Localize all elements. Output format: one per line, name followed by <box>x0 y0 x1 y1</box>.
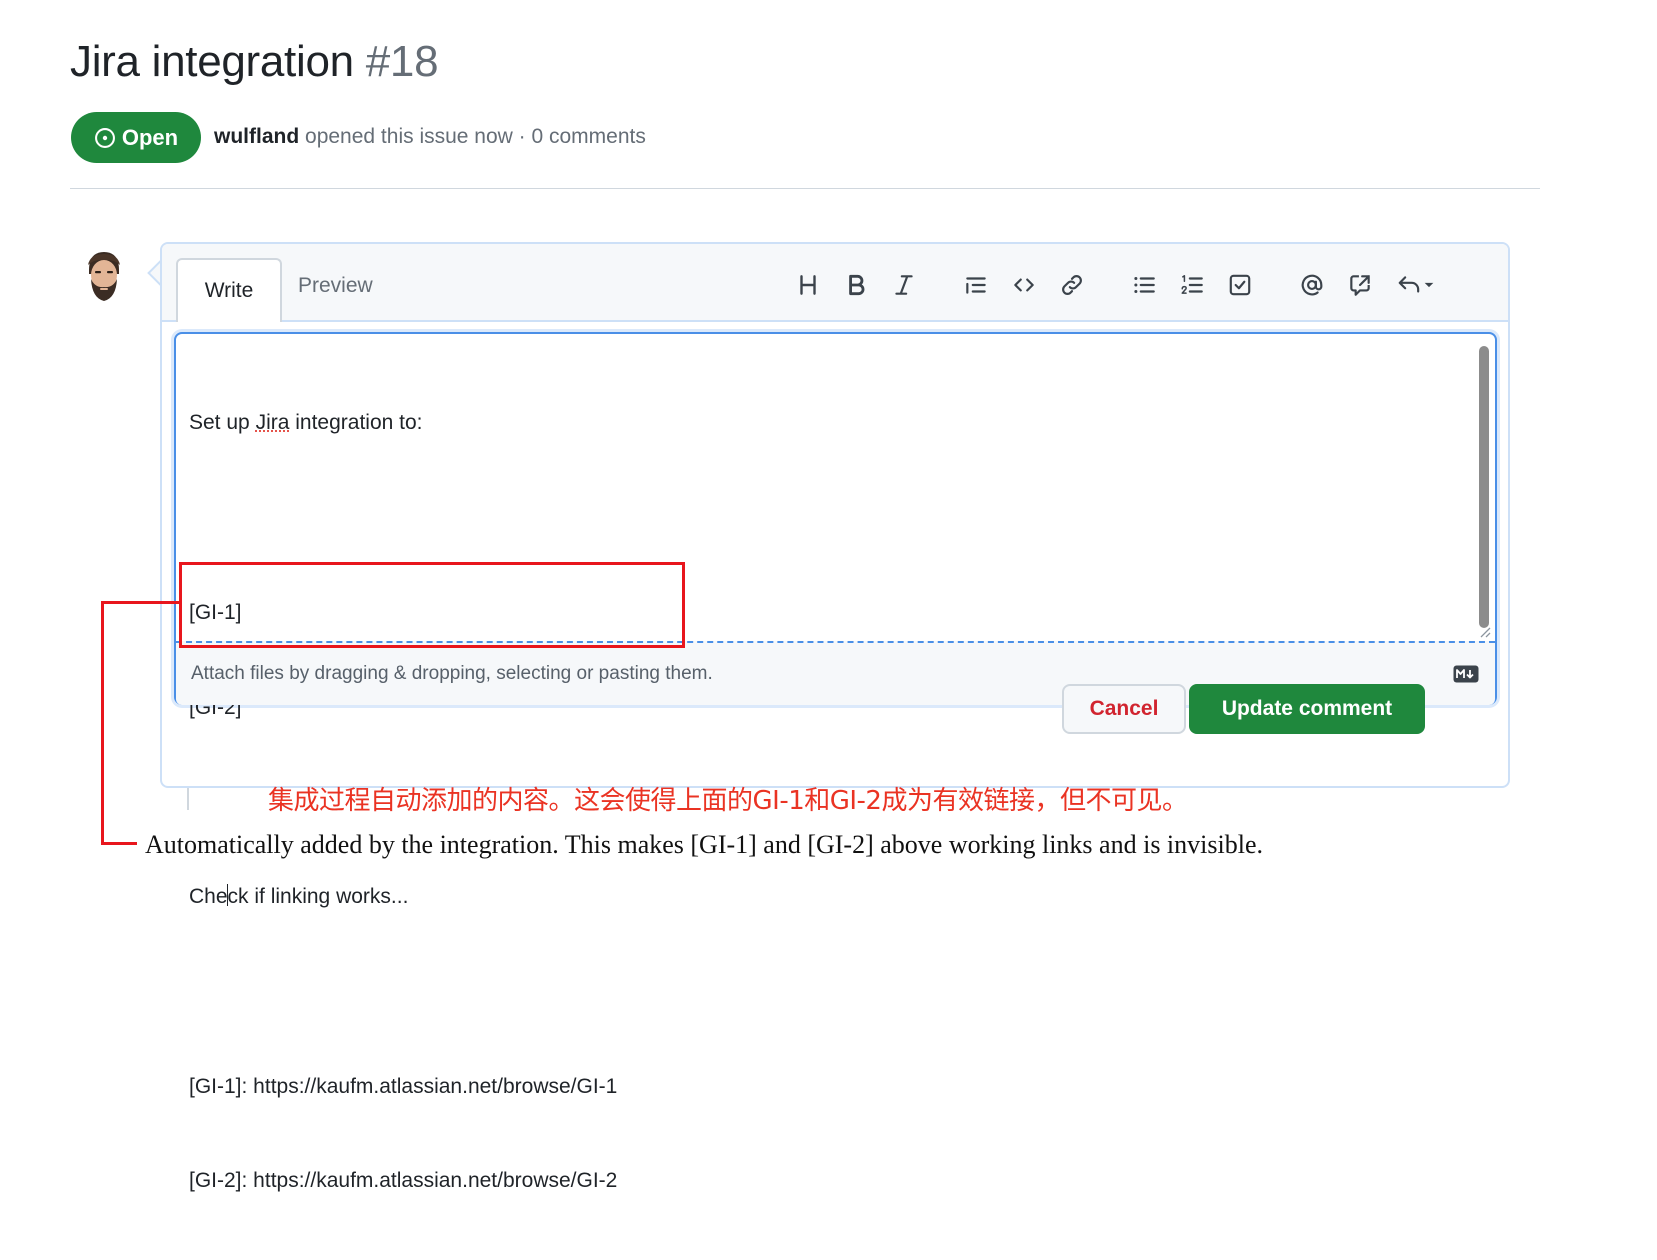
editor-scrollbar[interactable] <box>1479 346 1489 628</box>
callout-line-bottom <box>101 842 137 845</box>
editor-text: Set up <box>189 411 256 435</box>
editor-text: integration to: <box>289 411 423 435</box>
editor-line: Check if linking works... <box>189 881 1389 913</box>
editor-text: Che <box>189 885 228 909</box>
tab-write[interactable]: Write <box>176 258 282 322</box>
comment-textarea[interactable]: Set up Jira integration to: [GI-1] [GI-2… <box>174 332 1497 1192</box>
resize-handle-icon[interactable] <box>1477 624 1491 638</box>
comment-form-header: Write Preview <box>162 244 1508 322</box>
issue-meta-text: opened this issue now · 0 comments <box>305 125 646 148</box>
editor-line-blank <box>189 502 1389 534</box>
status-badge: Open <box>71 112 201 163</box>
author-link[interactable]: wulfland <box>214 125 299 148</box>
editor-line-blank <box>189 976 1389 1008</box>
comment-form: Write Preview Set up Jira integration to… <box>160 242 1510 1192</box>
cross-reference-icon[interactable] <box>1343 268 1377 302</box>
callout-line-vertical <box>101 601 104 845</box>
issue-title: Jira integration #18 <box>70 32 439 92</box>
italic-icon[interactable] <box>887 268 921 302</box>
bold-icon[interactable] <box>839 268 873 302</box>
task-list-icon[interactable] <box>1223 268 1257 302</box>
chinese-annotation: 集成过程自动添加的内容。这会使得上面的GI-1和GI-2成为有效链接，但不可见。 <box>268 786 1188 816</box>
editor-text: ck if linking works... <box>227 885 409 909</box>
status-badge-label: Open <box>121 124 179 150</box>
issue-opened-icon <box>94 127 115 148</box>
quote-icon[interactable] <box>959 268 993 302</box>
editor-line-reference: [GI-2]: https://kaufm.atlassian.net/brow… <box>189 1169 618 1193</box>
editor-line: Set up Jira integration to: <box>189 407 1389 439</box>
avatar[interactable] <box>80 248 128 304</box>
saved-replies-icon[interactable] <box>1391 268 1441 302</box>
spellcheck-word: Jira <box>255 411 290 435</box>
ordered-list-icon[interactable] <box>1175 268 1209 302</box>
tab-preview[interactable]: Preview <box>298 274 373 298</box>
english-annotation: Automatically added by the integration. … <box>145 830 1263 859</box>
cancel-button[interactable]: Cancel <box>1062 684 1186 734</box>
issue-meta: wulfland opened this issue now · 0 comme… <box>214 125 646 149</box>
editor-line-reference: [GI-1]: https://kaufm.atlassian.net/brow… <box>189 1074 618 1098</box>
header-divider <box>70 188 1540 189</box>
issue-number: #18 <box>365 37 439 86</box>
callout-line-horizontal <box>101 601 181 604</box>
heading-icon[interactable] <box>791 268 825 302</box>
markdown-icon[interactable] <box>1453 665 1479 683</box>
issue-title-text: Jira integration <box>70 37 354 86</box>
update-comment-button[interactable]: Update comment <box>1189 684 1425 734</box>
code-icon[interactable] <box>1007 268 1041 302</box>
link-icon[interactable] <box>1055 268 1089 302</box>
mention-icon[interactable] <box>1295 268 1329 302</box>
attach-hint: Attach files by dragging & dropping, sel… <box>191 663 713 684</box>
unordered-list-icon[interactable] <box>1127 268 1161 302</box>
highlight-box <box>179 562 685 648</box>
